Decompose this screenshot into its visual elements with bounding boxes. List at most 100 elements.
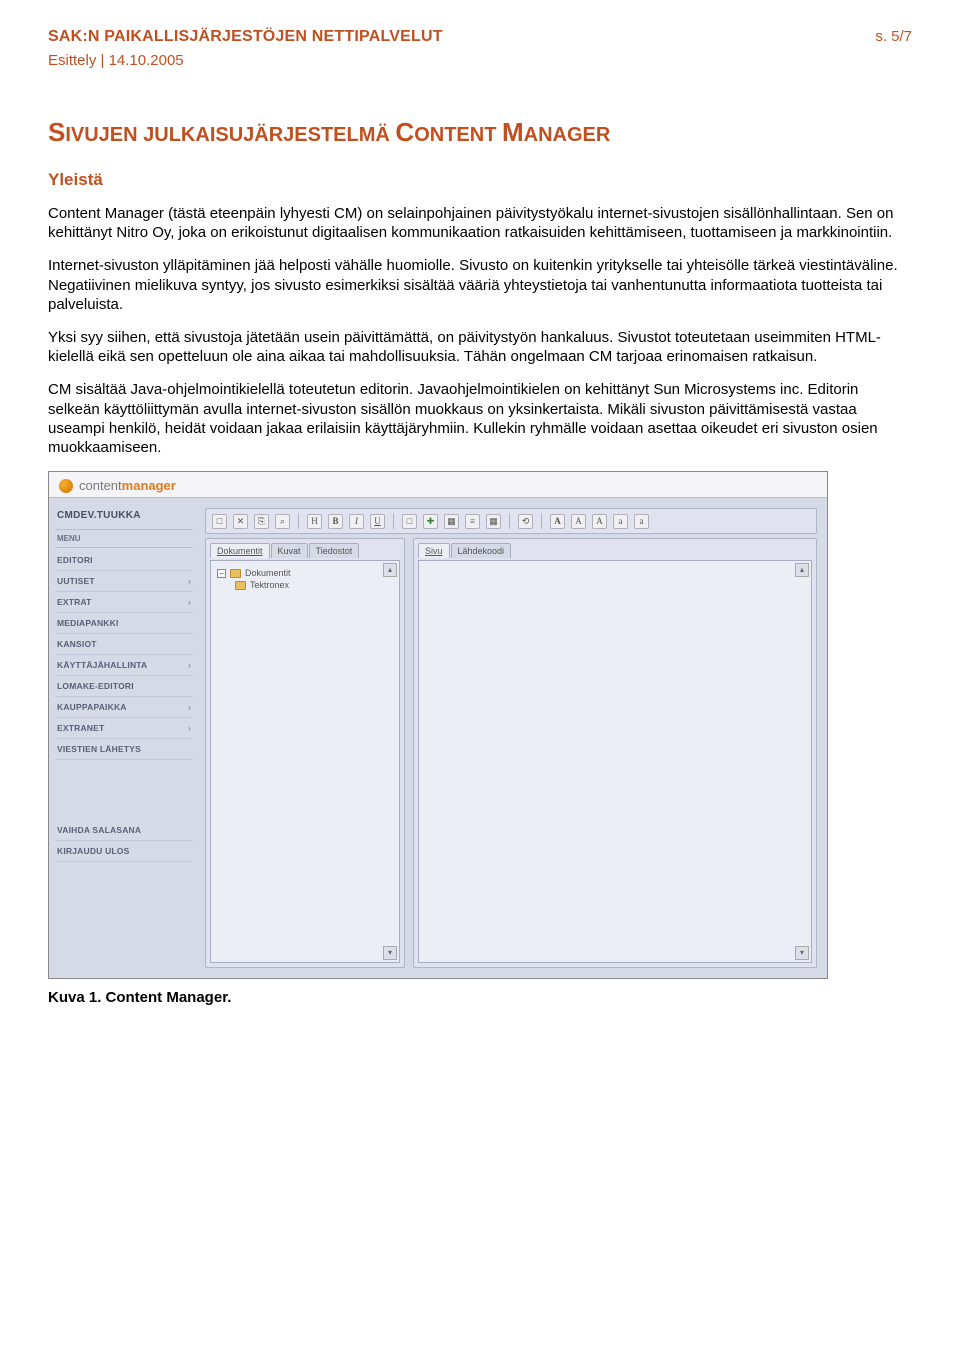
toolbar-search-icon[interactable]: ⌕ bbox=[275, 514, 290, 529]
toolbar-font-a2-icon[interactable]: A bbox=[571, 514, 586, 529]
sidebar-item-kauppapaikka[interactable]: KAUPPAPAIKKA› bbox=[55, 697, 193, 718]
tab-kuvat[interactable]: Kuvat bbox=[271, 543, 308, 558]
toolbar-page-icon[interactable]: □ bbox=[402, 514, 417, 529]
sidebar-item-lomake-editori[interactable]: LOMAKE-EDITORI bbox=[55, 676, 193, 697]
cm-toolbar: □ ✕ ⎘ ⌕ H B I U □ ✚ ▦ ≡ ▦ ⟲ bbox=[205, 508, 817, 534]
sidebar-item-label: MEDIAPANKKI bbox=[57, 618, 119, 628]
scroll-up-icon[interactable]: ▴ bbox=[383, 563, 397, 577]
sidebar-item-kayttajahallinta[interactable]: KÄYTTÄJÄHALLINTA › bbox=[55, 655, 193, 676]
toolbar-font-a4-icon[interactable]: a bbox=[613, 514, 628, 529]
chevron-right-icon: › bbox=[188, 598, 191, 607]
sidebar-item-extrat[interactable]: EXTRAT › bbox=[55, 592, 193, 613]
folder-icon bbox=[230, 569, 241, 578]
toolbar-separator bbox=[541, 513, 542, 529]
toolbar-bold-icon[interactable]: B bbox=[328, 514, 343, 529]
toolbar-font-a1-icon[interactable]: A bbox=[550, 514, 565, 529]
cm-sidebar: CMDEV.TUUKKA MENU EDITORI UUTISET › EXTRA… bbox=[49, 498, 199, 978]
sidebar-item-kirjaudu-ulos[interactable]: KIRJAUDU ULOS bbox=[55, 841, 193, 862]
sidebar-item-label: KÄYTTÄJÄHALLINTA bbox=[57, 660, 147, 670]
cm-logo-icon bbox=[59, 479, 73, 493]
sidebar-item-kansiot[interactable]: KANSIOT bbox=[55, 634, 193, 655]
cm-left-panel: Dokumentit Kuvat Tiedostot ▴ − Dokumenti… bbox=[205, 538, 405, 968]
toolbar-grid-icon[interactable]: ▦ bbox=[486, 514, 501, 529]
cm-titlebar: contentmanager bbox=[49, 472, 827, 498]
sidebar-item-label: EXTRAT bbox=[57, 597, 92, 607]
cm-panels: Dokumentit Kuvat Tiedostot ▴ − Dokumenti… bbox=[205, 538, 817, 968]
cm-body: CMDEV.TUUKKA MENU EDITORI UUTISET › EXTRA… bbox=[49, 498, 827, 978]
tab-lahdekoodi[interactable]: Lähdekoodi bbox=[451, 543, 512, 558]
tab-tiedostot[interactable]: Tiedostot bbox=[309, 543, 360, 558]
toolbar-separator bbox=[509, 513, 510, 529]
sidebar-item-label: VAIHDA SALASANA bbox=[57, 825, 141, 835]
cm-window: contentmanager CMDEV.TUUKKA MENU EDITORI… bbox=[48, 471, 828, 979]
toolbar-separator bbox=[298, 513, 299, 529]
toolbar-delete-icon[interactable]: ✕ bbox=[233, 514, 248, 529]
sidebar-item-uutiset[interactable]: UUTISET › bbox=[55, 571, 193, 592]
toolbar-add-icon[interactable]: ✚ bbox=[423, 514, 438, 529]
cm-main: □ ✕ ⎘ ⌕ H B I U □ ✚ ▦ ≡ ▦ ⟲ bbox=[199, 498, 827, 978]
cm-tree-pane: ▴ − Dokumentit Tektronex ▾ bbox=[210, 560, 400, 963]
cm-logo-text: contentmanager bbox=[79, 478, 176, 493]
heading-part: ANAGER bbox=[524, 124, 611, 146]
scroll-up-icon[interactable]: ▴ bbox=[795, 563, 809, 577]
toolbar-list-icon[interactable]: ≡ bbox=[465, 514, 480, 529]
tree-label: Tektronex bbox=[250, 580, 289, 590]
logo-part1: content bbox=[79, 478, 122, 493]
heading-part: M bbox=[502, 117, 524, 147]
toolbar-undo-icon[interactable]: ⟲ bbox=[518, 514, 533, 529]
toolbar-heading-icon[interactable]: H bbox=[307, 514, 322, 529]
page-number: s. 5/7 bbox=[875, 28, 912, 45]
toolbar-new-icon[interactable]: □ bbox=[212, 514, 227, 529]
toolbar-font-a3-icon[interactable]: A bbox=[592, 514, 607, 529]
tree-child[interactable]: Tektronex bbox=[217, 579, 393, 591]
toolbar-copy-icon[interactable]: ⎘ bbox=[254, 514, 269, 529]
sidebar-item-vaihda-salasana[interactable]: VAIHDA SALASANA bbox=[55, 820, 193, 841]
heading-part: ONTENT bbox=[414, 124, 502, 146]
heading-part: IVUJEN JULKAISUJÄRJESTELMÄ bbox=[65, 124, 395, 146]
toolbar-italic-icon[interactable]: I bbox=[349, 514, 364, 529]
tree-root[interactable]: − Dokumentit bbox=[217, 567, 393, 579]
scroll-down-icon[interactable]: ▾ bbox=[795, 946, 809, 960]
paragraph: Content Manager (tästä eteenpäin lyhyest… bbox=[48, 204, 912, 242]
sidebar-item-mediapankki[interactable]: MEDIAPANKKI bbox=[55, 613, 193, 634]
folder-icon bbox=[235, 581, 246, 590]
toolbar-table-icon[interactable]: ▦ bbox=[444, 514, 459, 529]
spacer bbox=[55, 760, 193, 820]
sidebar-item-label: EXTRANET bbox=[57, 723, 104, 733]
tab-dokumentit[interactable]: Dokumentit bbox=[210, 543, 270, 558]
cm-right-panel: Sivu Lähdekoodi ▴ ▾ bbox=[413, 538, 817, 968]
page-header: SAK:N PAIKALLISJÄRJESTÖJEN NETTIPALVELUT… bbox=[48, 28, 912, 46]
paragraph: Yksi syy siihen, että sivustoja jätetään… bbox=[48, 328, 912, 366]
sidebar-item-label: LOMAKE-EDITORI bbox=[57, 681, 134, 691]
doc-title: SAK:N PAIKALLISJÄRJESTÖJEN NETTIPALVELUT bbox=[48, 28, 443, 46]
sidebar-item-label: KANSIOT bbox=[57, 639, 97, 649]
figure-caption: Kuva 1. Content Manager. bbox=[48, 989, 912, 1006]
cm-menu-header: MENU bbox=[55, 529, 193, 548]
doc-subtitle: Esittely | 14.10.2005 bbox=[48, 52, 912, 69]
sidebar-item-label: EDITORI bbox=[57, 555, 93, 565]
scroll-down-icon[interactable]: ▾ bbox=[383, 946, 397, 960]
heading-part: S bbox=[48, 117, 65, 147]
tab-sivu[interactable]: Sivu bbox=[418, 543, 450, 558]
toolbar-font-a5-icon[interactable]: a bbox=[634, 514, 649, 529]
toolbar-underline-icon[interactable]: U bbox=[370, 514, 385, 529]
main-heading: SIVUJEN JULKAISUJÄRJESTELMÄ CONTENT MANA… bbox=[48, 117, 912, 148]
sidebar-item-editori[interactable]: EDITORI bbox=[55, 550, 193, 571]
chevron-right-icon: › bbox=[188, 661, 191, 670]
heading-part: C bbox=[395, 117, 414, 147]
cm-user-label: CMDEV.TUUKKA bbox=[55, 506, 193, 529]
toolbar-separator bbox=[393, 513, 394, 529]
sidebar-item-label: KAUPPAPAIKKA bbox=[57, 702, 127, 712]
sidebar-item-label: KIRJAUDU ULOS bbox=[57, 846, 130, 856]
cm-right-tabs: Sivu Lähdekoodi bbox=[418, 543, 812, 558]
logo-part2: manager bbox=[122, 478, 176, 493]
paragraph: CM sisältää Java-ohjelmointikielellä tot… bbox=[48, 380, 912, 457]
sidebar-item-extranet[interactable]: EXTRANET › bbox=[55, 718, 193, 739]
paragraph: Internet-sivuston ylläpitäminen jää help… bbox=[48, 256, 912, 314]
tree-collapse-icon[interactable]: − bbox=[217, 569, 226, 578]
cm-editor-pane[interactable]: ▴ ▾ bbox=[418, 560, 812, 963]
sidebar-item-label: UUTISET bbox=[57, 576, 95, 586]
chevron-right-icon: › bbox=[188, 724, 191, 733]
chevron-right-icon: › bbox=[188, 577, 191, 586]
sidebar-item-viestien-lahetys[interactable]: VIESTIEN LÄHETYS bbox=[55, 739, 193, 760]
